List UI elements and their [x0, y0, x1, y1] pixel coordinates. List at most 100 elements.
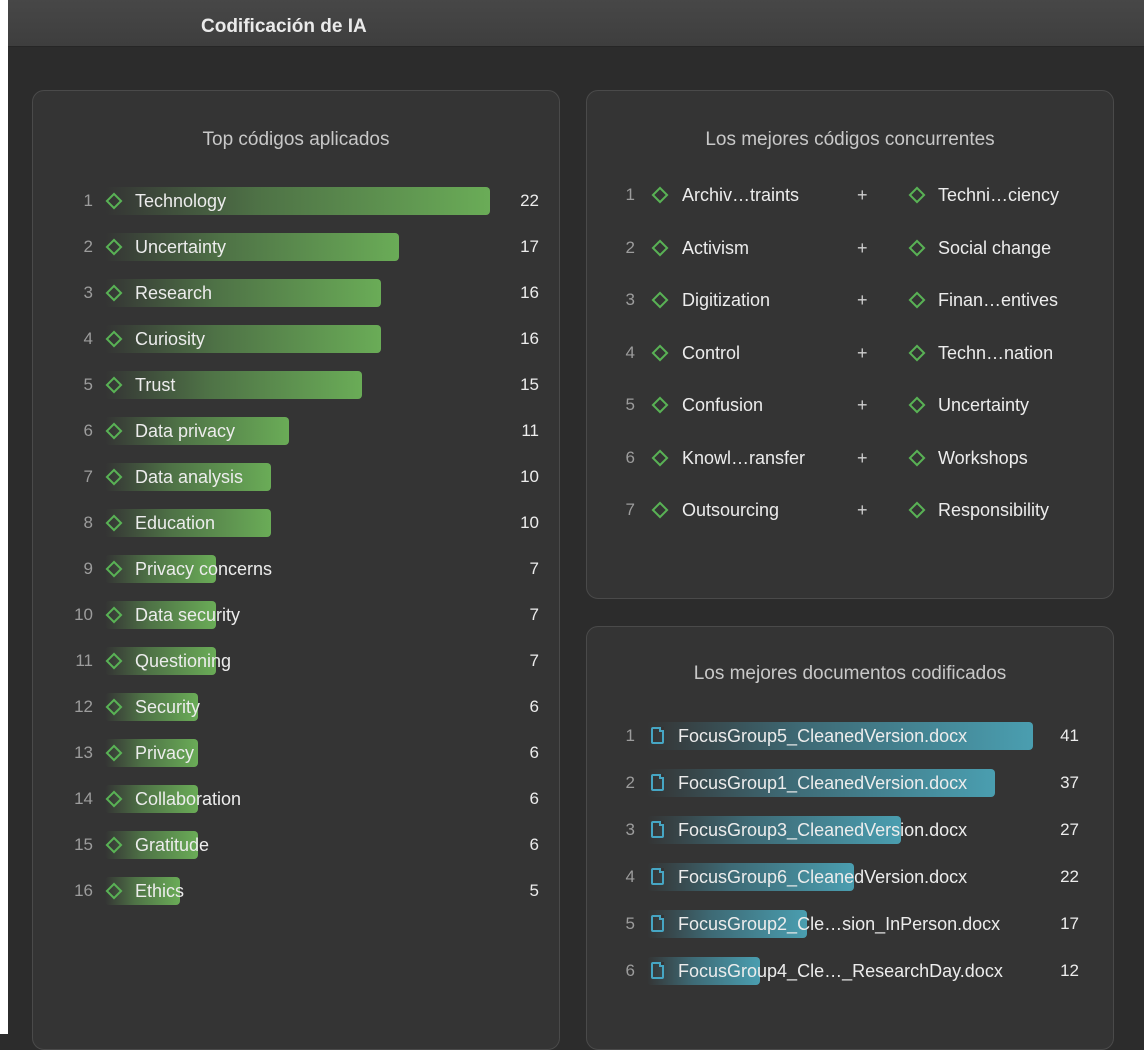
plus-sign: + — [857, 185, 868, 205]
document-row[interactable]: 1 FocusGroup5_CleanedVersion.docx 41 — [587, 719, 1113, 753]
code-count: 10 — [520, 513, 539, 532]
document-rank: 2 — [625, 773, 635, 792]
code-row[interactable]: 13 Privacy 6 — [33, 736, 559, 770]
document-label: FocusGroup2_Cle…sion_InPerson.docx — [678, 914, 1001, 934]
code-count: 5 — [529, 881, 539, 900]
top-documents-panel: Los mejores documentos codificados 1 Focu… — [586, 626, 1114, 1050]
diamond-icon — [908, 449, 926, 466]
code-label: Research — [135, 283, 213, 303]
code-label: Privacy concerns — [135, 559, 273, 579]
plus-sign: + — [857, 342, 868, 363]
document-row[interactable]: 6 FocusGroup4_Cle…_ResearchDay.docx 12 — [587, 954, 1113, 988]
code-rank: 4 — [83, 329, 93, 348]
document-count: 37 — [1060, 773, 1079, 792]
code-row[interactable]: 2 Uncertainty 17 — [33, 230, 559, 264]
diamond-icon — [651, 449, 669, 466]
diamond-icon — [651, 396, 669, 414]
cooccurrence-row[interactable]: 3 Digitization + Finan…entives — [587, 283, 1113, 317]
cooccurrence-code-b: Uncertainty — [938, 395, 1030, 415]
document-row[interactable]: 5 FocusGroup2_Cle…sion_InPerson.docx 17 — [587, 907, 1113, 941]
code-count: 15 — [520, 375, 539, 394]
cooccurrence-row[interactable]: 7 Outsourcing + Responsibility — [587, 493, 1113, 527]
document-rank: 3 — [625, 820, 635, 839]
cooccurrence-rank: 7 — [625, 500, 635, 519]
code-row[interactable]: 4 Curiosity 16 — [33, 322, 559, 356]
code-label: Technology — [135, 191, 227, 211]
cooccurrence-code-b: Finan…entives — [938, 290, 1059, 310]
cooccurrence-code-a: Confusion — [682, 395, 764, 415]
code-rank: 3 — [83, 283, 93, 302]
code-row[interactable]: 1 Technology 22 — [33, 184, 559, 218]
document-row[interactable]: 4 FocusGroup6_CleanedVersion.docx 22 — [587, 860, 1113, 894]
document-icon — [651, 774, 664, 791]
cooccurrence-rank: 2 — [625, 237, 635, 257]
document-row[interactable]: 3 FocusGroup3_CleanedVersion.docx 27 — [587, 813, 1113, 847]
code-label: Gratitude — [135, 835, 210, 855]
document-icon — [651, 962, 664, 979]
cooccurrence-row[interactable]: 5 Confusion + Uncertainty — [587, 388, 1113, 422]
document-label: FocusGroup5_CleanedVersion.docx — [678, 726, 968, 746]
code-label: Data security — [135, 605, 241, 625]
code-count: 6 — [529, 697, 539, 716]
document-rank: 6 — [625, 961, 635, 980]
document-icon — [651, 727, 664, 744]
document-label: FocusGroup4_Cle…_ResearchDay.docx — [678, 961, 1003, 981]
cooccurrence-code-b: Social change — [938, 237, 1052, 258]
code-row[interactable]: 3 Research 16 — [33, 276, 559, 310]
document-rank: 1 — [625, 726, 635, 745]
cooccurrence-code-b: Techn…nation — [938, 342, 1054, 363]
top-documents-title: Los mejores documentos codificados — [693, 663, 1007, 684]
cooccurrence-rank: 5 — [625, 395, 635, 414]
cooccurrence-row[interactable]: 4 Control + Techn…nation — [587, 336, 1113, 370]
document-icon — [651, 821, 664, 838]
cooccurrence-code-b: Workshops — [938, 447, 1028, 468]
code-count: 6 — [529, 743, 539, 762]
document-label: FocusGroup3_CleanedVersion.docx — [678, 820, 968, 840]
code-label: Privacy — [135, 743, 195, 763]
window-title: Codificación de IA — [201, 16, 367, 37]
code-count: 16 — [520, 329, 539, 348]
code-row[interactable]: 9 Privacy concerns 7 — [33, 552, 559, 586]
code-rank: 12 — [74, 697, 93, 716]
cooccurrence-rank: 1 — [625, 185, 635, 204]
window-edge — [0, 0, 8, 1034]
document-row[interactable]: 2 FocusGroup1_CleanedVersion.docx 37 — [587, 766, 1113, 800]
code-rank: 6 — [83, 421, 93, 440]
cooccurrence-row[interactable]: 6 Knowl…ransfer + Workshops — [587, 441, 1113, 475]
document-count: 12 — [1060, 961, 1079, 980]
code-row[interactable]: 10 Data security 7 — [33, 598, 559, 632]
cooccurrence-row[interactable]: 1 Archiv…traints + Techni…ciency — [587, 178, 1113, 212]
code-label: Trust — [135, 375, 176, 395]
code-row[interactable]: 6 Data privacy 11 — [33, 414, 559, 448]
document-label: FocusGroup1_CleanedVersion.docx — [678, 773, 968, 793]
cooccurrence-row[interactable]: 2 Activism + Social change — [587, 231, 1113, 265]
diamond-icon — [908, 344, 926, 361]
code-row[interactable]: 8 Education 10 — [33, 506, 559, 540]
code-row[interactable]: 5 Trust 15 — [33, 368, 559, 402]
cooccurrence-rank: 4 — [625, 342, 635, 362]
plus-sign: + — [857, 290, 868, 310]
code-rank: 10 — [74, 605, 93, 624]
diamond-icon — [651, 344, 669, 361]
code-row[interactable]: 14 Collaboration 6 — [33, 782, 559, 816]
diamond-icon — [908, 396, 926, 414]
plus-sign: + — [857, 447, 868, 468]
document-count: 27 — [1060, 820, 1079, 839]
cooccurrence-code-a: Control — [682, 342, 741, 363]
cooccurrence-rank: 3 — [625, 290, 635, 309]
cooccurrence-code-a: Knowl…ransfer — [682, 447, 806, 468]
document-count: 22 — [1060, 867, 1079, 886]
code-label: Data analysis — [135, 467, 244, 487]
code-row[interactable]: 7 Data analysis 10 — [33, 460, 559, 494]
document-rank: 4 — [625, 867, 635, 886]
cooccurrence-code-a: Activism — [682, 237, 749, 258]
code-row[interactable]: 11 Questioning 7 — [33, 644, 559, 678]
code-row[interactable]: 16 Ethics 5 — [33, 874, 559, 908]
cooccurrence-code-a: Archiv…traints — [682, 185, 800, 205]
code-label: Security — [135, 697, 201, 717]
code-row[interactable]: 15 Gratitude 6 — [33, 828, 559, 862]
code-rank: 1 — [83, 191, 93, 210]
code-count: 6 — [529, 835, 539, 854]
code-row[interactable]: 12 Security 6 — [33, 690, 559, 724]
cooccurrence-code-a: Digitization — [682, 290, 771, 310]
